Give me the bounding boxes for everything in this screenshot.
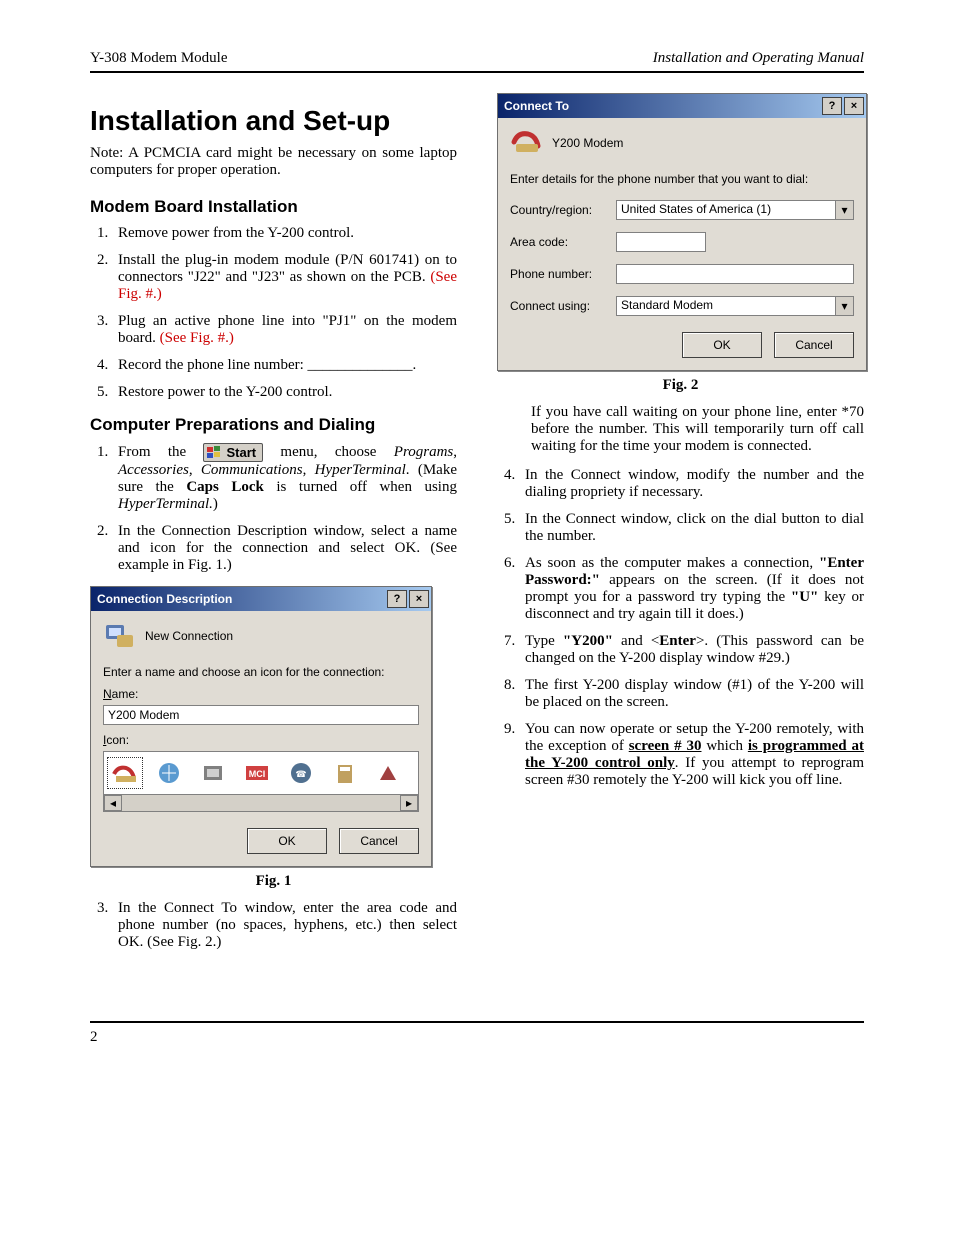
page-footer: 2 bbox=[90, 1021, 864, 1046]
icon-option[interactable]: MCI bbox=[240, 758, 274, 788]
connection-icon bbox=[103, 621, 137, 651]
svg-text:☎: ☎ bbox=[295, 769, 306, 779]
left-column: Installation and Set-up Note: A PCMCIA c… bbox=[90, 93, 457, 961]
dialog-connection-description: Connection Description ? × New Connectio… bbox=[90, 586, 432, 867]
page-header: Y-308 Modem Module Installation and Oper… bbox=[90, 50, 864, 73]
step: In the Connect To window, enter the area… bbox=[112, 900, 457, 951]
step: Install the plug-in modem module (P/N 60… bbox=[112, 252, 457, 303]
chevron-down-icon[interactable]: ▾ bbox=[835, 201, 853, 219]
help-button[interactable]: ? bbox=[387, 590, 407, 608]
icon-option[interactable] bbox=[108, 758, 142, 788]
right-column: Connect To ? × Y200 Modem Enter details … bbox=[497, 93, 864, 961]
section-computer-prep: Computer Preparations and Dialing bbox=[90, 415, 457, 435]
cancel-button[interactable]: Cancel bbox=[774, 332, 854, 358]
call-waiting-note: If you have call waiting on your phone l… bbox=[531, 404, 864, 455]
scroll-right-icon[interactable]: ▸ bbox=[400, 795, 418, 811]
connect-using-label: Connect using: bbox=[510, 299, 608, 313]
computer-prep-steps-cont: In the Connect To window, enter the area… bbox=[90, 900, 457, 951]
dialog-subtitle: New Connection bbox=[145, 629, 233, 643]
connect-using-combo[interactable]: Standard Modem ▾ bbox=[616, 296, 854, 316]
header-left: Y-308 Modem Module bbox=[90, 50, 228, 67]
page-number: 2 bbox=[90, 1029, 98, 1045]
area-code-input[interactable] bbox=[616, 232, 706, 252]
icon-option[interactable] bbox=[152, 758, 186, 788]
close-button[interactable]: × bbox=[844, 97, 864, 115]
intro-note: Note: A PCMCIA card might be necessary o… bbox=[90, 145, 457, 179]
window-title: Connection Description bbox=[97, 592, 232, 606]
country-combo[interactable]: United States of America (1) ▾ bbox=[616, 200, 854, 220]
phone-number-input[interactable] bbox=[616, 264, 854, 284]
figure-2-caption: Fig. 2 bbox=[497, 377, 864, 394]
step: Restore power to the Y-200 control. bbox=[112, 384, 457, 401]
area-code-label: Area code: bbox=[510, 235, 608, 249]
start-button-icon: Start bbox=[203, 443, 263, 462]
dialog-header-row: New Connection bbox=[103, 621, 419, 651]
chevron-down-icon[interactable]: ▾ bbox=[835, 297, 853, 315]
phone-number-label: Phone number: bbox=[510, 267, 608, 281]
step: Remove power from the Y-200 control. bbox=[112, 225, 457, 242]
icon-option[interactable]: ☎ bbox=[284, 758, 318, 788]
icon-option[interactable] bbox=[196, 758, 230, 788]
page-title: Installation and Set-up bbox=[90, 105, 457, 137]
section-modem-install: Modem Board Installation bbox=[90, 197, 457, 217]
step: From the Start menu, choose Programs, Ac… bbox=[112, 443, 457, 513]
dialog-prompt: Enter details for the phone number that … bbox=[510, 172, 854, 186]
icon-option[interactable] bbox=[328, 758, 362, 788]
step: You can now operate or setup the Y-200 r… bbox=[519, 721, 864, 789]
titlebar: Connection Description ? × bbox=[91, 587, 431, 611]
dialog-subtitle: Y200 Modem bbox=[552, 136, 623, 150]
close-button[interactable]: × bbox=[409, 590, 429, 608]
window-title: Connect To bbox=[504, 99, 569, 113]
titlebar: Connect To ? × bbox=[498, 94, 866, 118]
figure-1-caption: Fig. 1 bbox=[90, 873, 457, 890]
step: As soon as the computer makes a connecti… bbox=[519, 555, 864, 623]
modem-install-steps: Remove power from the Y-200 control. Ins… bbox=[90, 225, 457, 401]
name-input[interactable] bbox=[103, 705, 419, 725]
scroll-left-icon[interactable]: ◂ bbox=[104, 795, 122, 811]
computer-prep-steps: From the Start menu, choose Programs, Ac… bbox=[90, 443, 457, 574]
step: Plug an active phone line into "PJ1" on … bbox=[112, 313, 457, 347]
cancel-button[interactable]: Cancel bbox=[339, 828, 419, 854]
step: In the Connect window, click on the dial… bbox=[519, 511, 864, 545]
ok-button[interactable]: OK bbox=[682, 332, 762, 358]
icon-picker[interactable]: MCI ☎ bbox=[103, 751, 419, 795]
icon-scrollbar[interactable]: ◂ ▸ bbox=[103, 795, 419, 812]
step: In the Connect window, modify the number… bbox=[519, 467, 864, 501]
ok-button[interactable]: OK bbox=[247, 828, 327, 854]
dialog-connect-to: Connect To ? × Y200 Modem Enter details … bbox=[497, 93, 867, 371]
icon-option[interactable] bbox=[372, 758, 406, 788]
header-right: Installation and Operating Manual bbox=[653, 50, 864, 67]
step: The first Y-200 display window (#1) of t… bbox=[519, 677, 864, 711]
country-label: Country/region: bbox=[510, 203, 608, 217]
dialog-header-row: Y200 Modem bbox=[510, 128, 854, 158]
step: Type "Y200" and <Enter>. (This password … bbox=[519, 633, 864, 667]
right-steps: In the Connect window, modify the number… bbox=[497, 467, 864, 789]
dialog-prompt: Enter a name and choose an icon for the … bbox=[103, 665, 419, 679]
help-button[interactable]: ? bbox=[822, 97, 842, 115]
svg-text:MCI: MCI bbox=[249, 769, 266, 779]
page: Y-308 Modem Module Installation and Oper… bbox=[0, 0, 954, 1086]
phone-icon bbox=[510, 128, 544, 158]
step: Record the phone line number: __________… bbox=[112, 357, 457, 374]
step: In the Connection Description window, se… bbox=[112, 523, 457, 574]
